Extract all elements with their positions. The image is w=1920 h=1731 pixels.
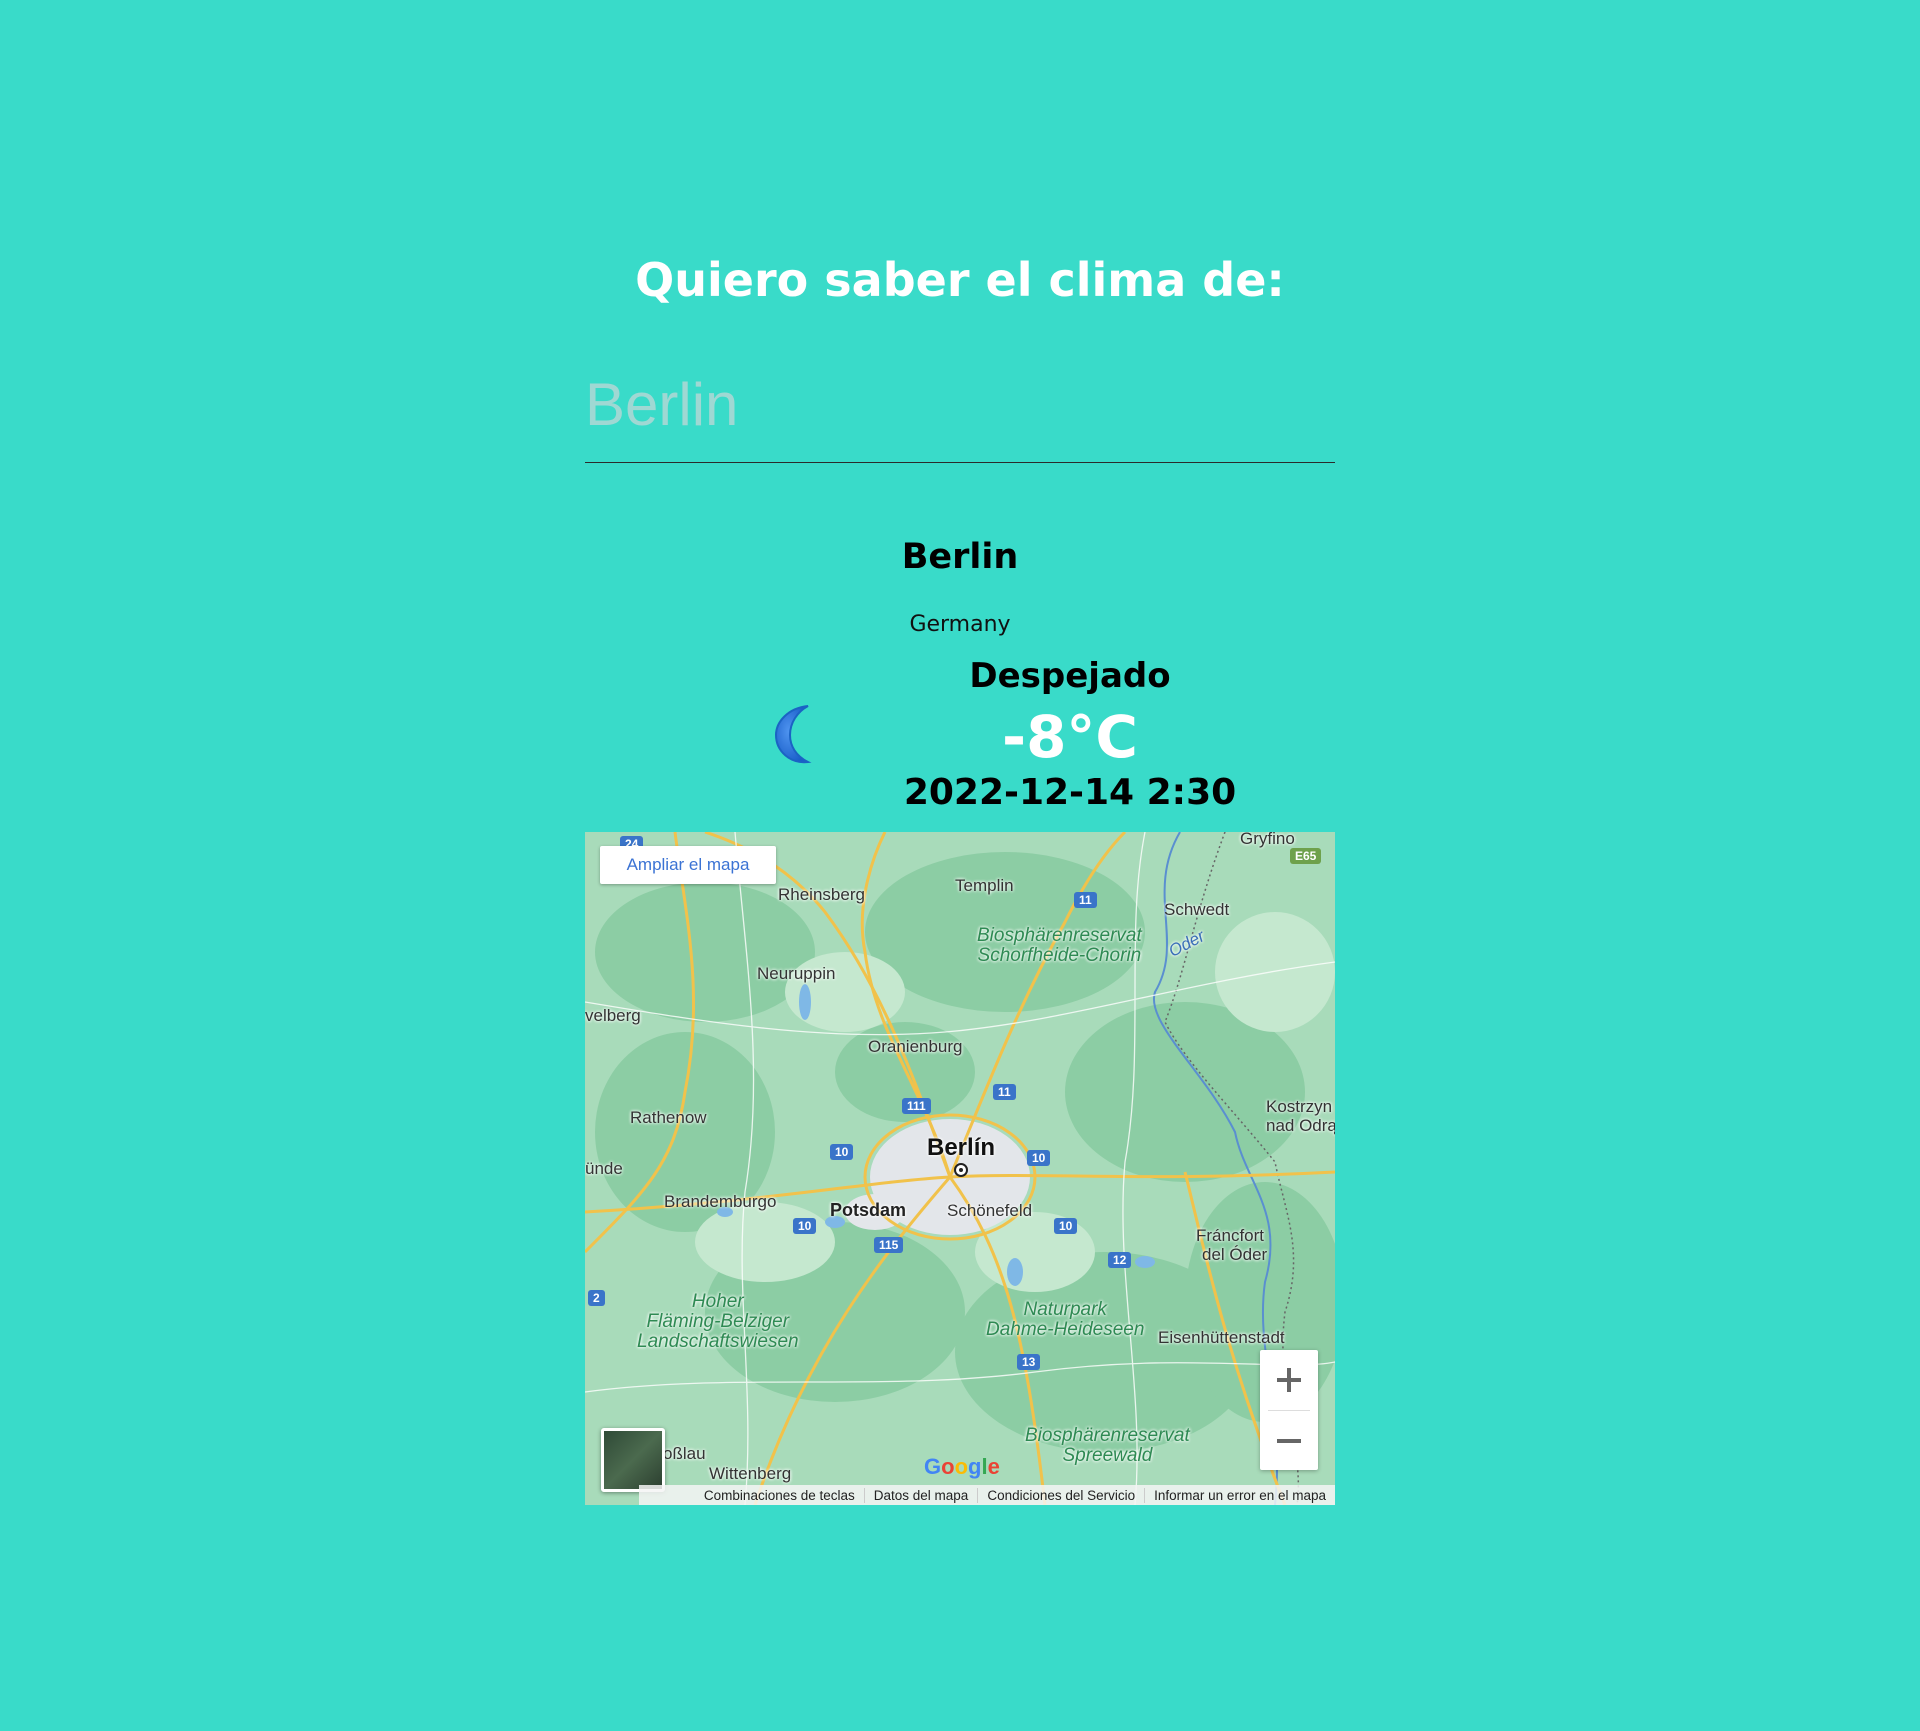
map-place-rathenow: Rathenow xyxy=(630,1108,707,1127)
map-place-eisenhuettenstadt: Eisenhüttenstadt xyxy=(1158,1328,1285,1347)
zoom-controls xyxy=(1260,1350,1318,1470)
map-place-frankfurt-2: del Óder xyxy=(1202,1245,1268,1264)
road-shield: 115 xyxy=(874,1237,904,1253)
map-park-schorfheide: Biosphärenreservat Schorfheide-Chorin xyxy=(977,925,1142,966)
report-error-link[interactable]: Informar un error en el mapa xyxy=(1144,1487,1335,1503)
crescent-moon-icon xyxy=(774,705,812,764)
map-place-unde: ünde xyxy=(585,1159,623,1178)
date-time: 2022-12-14 2:30 xyxy=(903,772,1237,813)
map-footer: Combinaciones de teclas Datos del mapa C… xyxy=(639,1485,1335,1505)
map-place-templin: Templin xyxy=(955,876,1014,895)
map-place-neuruppin: Neuruppin xyxy=(757,964,836,983)
road-shield: 11 xyxy=(1074,892,1097,908)
map-place-berlin: Berlín xyxy=(927,1134,996,1161)
map-place-wittenberg: Wittenberg xyxy=(709,1464,792,1483)
temperature: -8°C xyxy=(1002,703,1138,771)
satellite-layer-toggle[interactable] xyxy=(601,1428,665,1492)
road-shield: 10 xyxy=(1027,1150,1051,1166)
map-place-frankfurt: Fráncfort xyxy=(1196,1226,1265,1245)
enlarge-map-link[interactable]: Ampliar el mapa xyxy=(600,846,776,884)
road-shield: 13 xyxy=(1017,1354,1041,1370)
map-park-flaeming: Hoher Fläming-Belziger Landschaftswiesen xyxy=(637,1291,799,1352)
embedded-map[interactable]: Gryfino Templin Rheinsberg Schwedt Neuru… xyxy=(585,832,1335,1505)
map-park-spreewald: Biosphärenreservat Spreewald xyxy=(1025,1425,1190,1466)
road-shield: 11 xyxy=(993,1084,1016,1100)
city-name: Berlin xyxy=(901,537,1019,577)
page-title: Quiero saber el clima de: xyxy=(635,252,1285,307)
road-shield: 111 xyxy=(902,1098,931,1114)
road-shield: 10 xyxy=(830,1144,854,1160)
map-place-potsdam: Potsdam xyxy=(830,1200,907,1220)
terms-link[interactable]: Condiciones del Servicio xyxy=(977,1487,1144,1503)
zoom-in-button[interactable] xyxy=(1260,1350,1318,1410)
map-place-rosslau: oßlau xyxy=(663,1444,706,1463)
map-place-kostrzyn: Kostrzyn xyxy=(1266,1097,1333,1116)
city-search-input[interactable] xyxy=(585,354,1335,454)
road-shield: 2 xyxy=(588,1290,605,1306)
country-name: Germany xyxy=(909,612,1011,637)
map-place-oranienburg: Oranienburg xyxy=(868,1037,963,1056)
map-place-havelberg: velberg xyxy=(585,1006,641,1025)
minus-icon xyxy=(1277,1439,1301,1443)
map-place-brandenburg: Brandemburgo xyxy=(664,1192,777,1211)
road-shield: 12 xyxy=(1108,1252,1132,1268)
map-place-kostrzyn-2: nad Odrą xyxy=(1266,1116,1335,1135)
road-shield: 10 xyxy=(793,1218,817,1234)
city-search-field xyxy=(585,330,1335,463)
map-place-schoenefeld: Schönefeld xyxy=(947,1201,1033,1220)
map-place-gryfino: Gryfino xyxy=(1240,832,1295,848)
zoom-out-button[interactable] xyxy=(1260,1411,1318,1471)
map-place-schwedt: Schwedt xyxy=(1164,900,1230,919)
keyboard-shortcuts-link[interactable]: Combinaciones de teclas xyxy=(695,1488,864,1503)
road-shield: 10 xyxy=(1054,1218,1078,1234)
weather-description: Despejado xyxy=(969,656,1171,696)
plus-icon xyxy=(1277,1368,1301,1392)
google-logo: Google xyxy=(924,1454,1000,1479)
map-park-dahme: Naturpark Dahme-Heideseen xyxy=(986,1299,1145,1340)
map-place-rheinsberg: Rheinsberg xyxy=(778,885,865,904)
map-terrain xyxy=(585,832,1335,1505)
road-shield: E65 xyxy=(1290,848,1322,864)
map-data-link[interactable]: Datos del mapa xyxy=(863,1487,978,1503)
